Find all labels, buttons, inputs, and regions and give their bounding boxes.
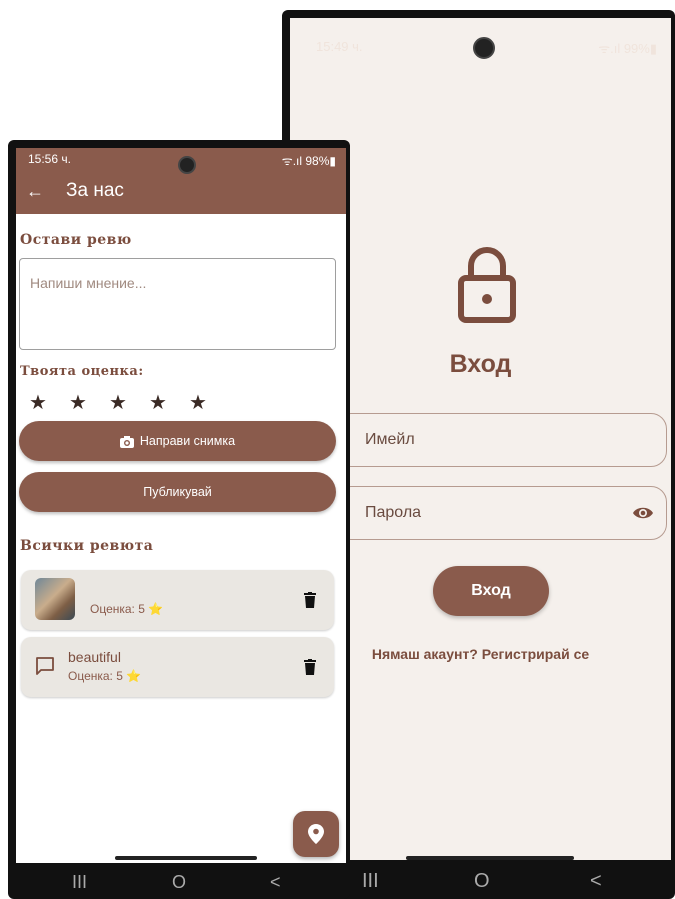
- star-icon[interactable]: ★: [149, 390, 189, 415]
- review-placeholder: Напиши мнение...: [30, 275, 147, 291]
- rating-heading: Твоята оценка:: [20, 364, 144, 379]
- gesture-bar: [115, 856, 257, 860]
- page-title: За нас: [66, 180, 124, 201]
- review-rating: Оценка: 5 ⭐: [90, 602, 164, 616]
- star-rating[interactable]: ★ ★ ★ ★ ★: [29, 390, 229, 415]
- review-card: beautiful Оценка: 5 ⭐: [21, 637, 334, 697]
- review-photo-thumbnail[interactable]: [35, 578, 75, 620]
- review-card: Оценка: 5 ⭐: [21, 570, 334, 630]
- publish-label: Публикувай: [143, 485, 212, 499]
- password-label: Парола: [365, 504, 422, 521]
- back-button[interactable]: <: [590, 870, 602, 893]
- star-icon[interactable]: ★: [29, 390, 69, 415]
- delete-icon[interactable]: [304, 659, 316, 675]
- leave-review-heading: Остави ревю: [20, 232, 132, 248]
- email-field[interactable]: Имейл: [335, 413, 667, 467]
- publish-button[interactable]: Публикувай: [19, 472, 336, 512]
- take-photo-label: Направи снимка: [139, 434, 236, 448]
- delete-icon[interactable]: [304, 592, 316, 608]
- map-pin-icon: [308, 824, 324, 844]
- login-button[interactable]: Вход: [433, 566, 549, 616]
- camera-cutout: [178, 156, 196, 174]
- take-photo-button[interactable]: Направи снимка: [19, 421, 336, 461]
- gesture-bar: [406, 856, 574, 860]
- star-icon[interactable]: ★: [189, 390, 229, 415]
- star-icon[interactable]: ★: [109, 390, 149, 415]
- about-phone: 15:56 ч. ᯤ.ıl 98%▮ ← За нас Остави ревю …: [8, 140, 350, 899]
- status-time: 15:56 ч.: [28, 152, 71, 166]
- camera-cutout: [473, 37, 495, 59]
- back-button[interactable]: <: [270, 872, 281, 893]
- home-button[interactable]: O: [172, 872, 186, 893]
- system-nav-bar: III O <: [8, 868, 350, 899]
- about-screen: 15:56 ч. ᯤ.ıl 98%▮ ← За нас Остави ревю …: [16, 148, 346, 863]
- home-button[interactable]: O: [474, 870, 490, 893]
- all-reviews-heading: Всички ревюта: [20, 538, 154, 554]
- status-time: 15:49 ч.: [316, 39, 363, 54]
- status-icons: ᯤ.ıl 98%▮: [281, 154, 336, 168]
- star-icon[interactable]: ★: [69, 390, 109, 415]
- review-input[interactable]: Напиши мнение...: [19, 258, 336, 350]
- recent-apps-button[interactable]: III: [72, 872, 87, 893]
- status-icons: ᯤ.ıl 99%▮: [598, 41, 657, 56]
- recent-apps-button[interactable]: III: [362, 870, 379, 893]
- review-text: beautiful: [68, 649, 121, 665]
- password-field[interactable]: Парола: [335, 486, 667, 540]
- back-arrow-icon[interactable]: ←: [26, 181, 44, 202]
- eye-icon[interactable]: [632, 504, 654, 522]
- email-label: Имейл: [365, 431, 415, 448]
- location-fab[interactable]: [293, 811, 339, 857]
- comment-icon: [36, 657, 54, 675]
- app-bar: 15:56 ч. ᯤ.ıl 98%▮ ← За нас: [16, 148, 346, 214]
- camera-icon: [119, 435, 134, 448]
- lock-icon: [458, 247, 516, 323]
- review-rating: Оценка: 5 ⭐: [68, 669, 142, 683]
